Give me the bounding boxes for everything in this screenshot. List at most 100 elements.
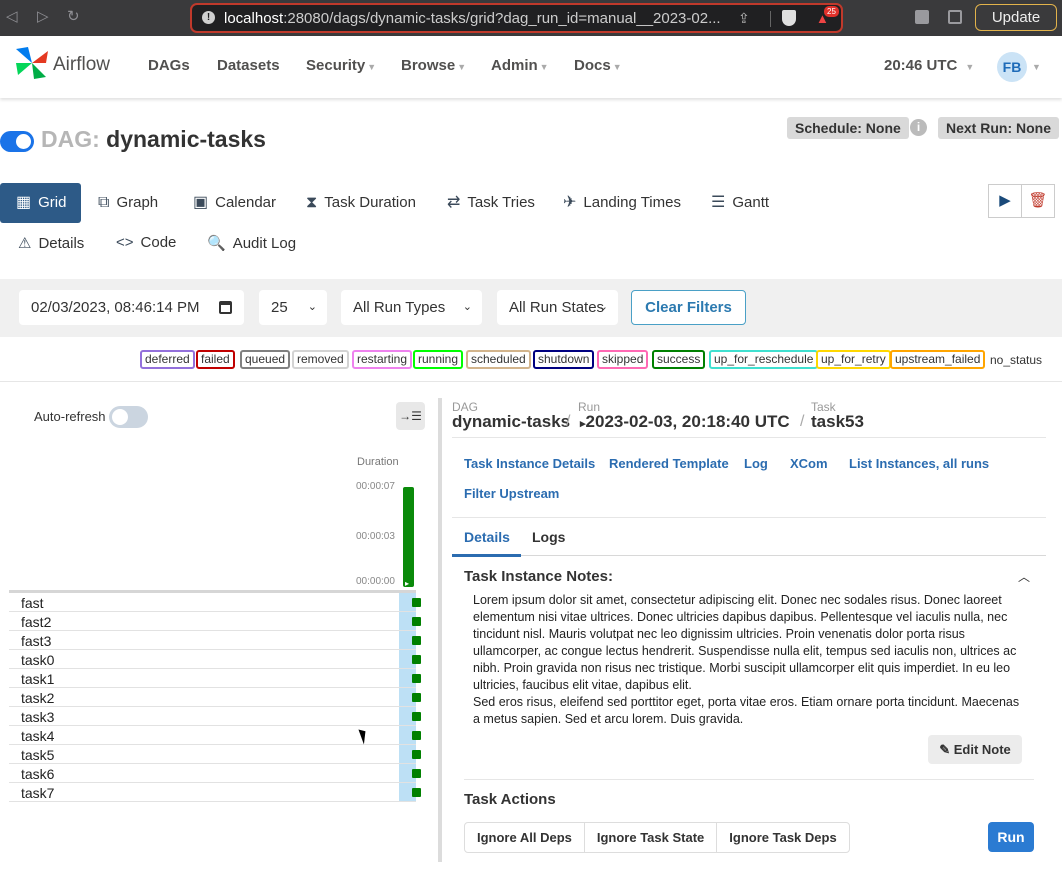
task-name[interactable]: fast xyxy=(21,595,44,611)
reload-icon[interactable]: ↻ xyxy=(67,8,80,26)
ignore-task-deps-button[interactable]: Ignore Task Deps xyxy=(717,823,848,852)
task-row[interactable]: task5 xyxy=(9,745,421,764)
task-row[interactable]: task2 xyxy=(9,688,421,707)
task-row[interactable]: fast xyxy=(9,593,421,612)
tab-details-sub[interactable]: Details xyxy=(464,529,510,545)
forward-icon[interactable]: ▷ xyxy=(37,8,49,26)
tab-grid[interactable]: ▦ Grid xyxy=(0,183,81,223)
brave-shield-icon[interactable] xyxy=(782,10,796,26)
run-state-select[interactable]: All Run States ⌄ xyxy=(497,290,618,325)
edit-note-button[interactable]: ✎ Edit Note xyxy=(928,735,1022,764)
task-name[interactable]: task0 xyxy=(21,652,54,668)
ignore-task-state-button[interactable]: Ignore Task State xyxy=(585,823,718,852)
legend-restarting[interactable]: restarting xyxy=(352,350,413,369)
legend-upstream-failed[interactable]: upstream_failed xyxy=(890,350,986,369)
task-instance-status-cell[interactable] xyxy=(412,636,421,645)
extensions-icon[interactable] xyxy=(915,10,929,24)
num-runs-select[interactable]: 25 ⌄ xyxy=(259,290,327,325)
task-row[interactable]: task1 xyxy=(9,669,421,688)
nav-security[interactable]: Security ▼ xyxy=(306,57,376,74)
task-instance-status-cell[interactable] xyxy=(412,655,421,664)
chevron-down-icon[interactable]: ▼ xyxy=(1032,62,1041,72)
legend-scheduled[interactable]: scheduled xyxy=(466,350,531,369)
update-button[interactable]: Update xyxy=(975,4,1057,31)
address-bar[interactable]: ! localhost:28080/dags/dynamic-tasks/gri… xyxy=(190,3,843,33)
back-icon[interactable]: ◁ xyxy=(6,8,18,26)
dag-pause-toggle[interactable] xyxy=(0,131,34,152)
auto-refresh-toggle[interactable] xyxy=(109,406,148,428)
nav-docs[interactable]: Docs ▼ xyxy=(574,57,622,74)
task-name[interactable]: task1 xyxy=(21,671,54,687)
task-instance-status-cell[interactable] xyxy=(412,674,421,683)
collapse-details-button[interactable]: →☰ xyxy=(396,402,425,430)
tab-audit-log[interactable]: 🔍 Audit Log xyxy=(207,234,296,252)
site-info-icon[interactable]: ! xyxy=(202,11,215,24)
run-task-button[interactable]: Run xyxy=(988,822,1034,852)
task-row[interactable]: fast3 xyxy=(9,631,421,650)
task-row[interactable]: fast2 xyxy=(9,612,421,631)
link-filter-upstream[interactable]: Filter Upstream xyxy=(464,486,559,501)
legend-queued[interactable]: queued xyxy=(240,350,291,369)
task-name[interactable]: task6 xyxy=(21,766,54,782)
task-instance-status-cell[interactable] xyxy=(412,617,421,626)
notes-title[interactable]: Task Instance Notes: xyxy=(464,568,613,585)
run-type-select[interactable]: All Run Types ⌄ xyxy=(341,290,482,325)
task-instance-status-cell[interactable] xyxy=(412,769,421,778)
tab-task-duration[interactable]: ⧗ Task Duration xyxy=(306,183,416,223)
nav-browse[interactable]: Browse ▼ xyxy=(401,57,466,74)
task-instance-status-cell[interactable] xyxy=(412,750,421,759)
share-icon[interactable]: ⇪ xyxy=(738,10,750,27)
task-row[interactable]: task4 xyxy=(9,726,421,745)
crumb-dag[interactable]: dynamic-tasks xyxy=(452,412,570,432)
chevron-up-icon[interactable]: ︿ xyxy=(1018,568,1030,585)
tab-calendar[interactable]: ▣ Calendar xyxy=(193,183,276,223)
task-instance-status-cell[interactable] xyxy=(412,598,421,607)
tab-logs[interactable]: Logs xyxy=(532,529,565,545)
link-list-instances[interactable]: List Instances, all runs xyxy=(849,456,989,471)
task-name[interactable]: task3 xyxy=(21,709,54,725)
legend-shutdown[interactable]: shutdown xyxy=(533,350,595,369)
nav-datasets[interactable]: Datasets xyxy=(217,57,280,74)
crumb-run[interactable]: ▸2023-02-03, 20:18:40 UTC xyxy=(580,412,790,432)
task-instance-status-cell[interactable] xyxy=(412,788,421,797)
task-instance-status-cell[interactable] xyxy=(412,731,421,740)
tab-gantt[interactable]: ☰ Gantt xyxy=(711,183,769,223)
task-name[interactable]: fast3 xyxy=(21,633,51,649)
legend-up-for-reschedule[interactable]: up_for_reschedule xyxy=(709,350,819,369)
tab-task-tries[interactable]: ⇄ Task Tries xyxy=(447,183,535,223)
task-name[interactable]: task7 xyxy=(21,785,54,801)
base-date-input[interactable]: 02/03/2023, 08:46:14 PM xyxy=(19,290,244,325)
task-instance-status-cell[interactable] xyxy=(412,693,421,702)
tab-code[interactable]: <> Code xyxy=(116,234,176,251)
task-name[interactable]: fast2 xyxy=(21,614,51,630)
clear-filters-button[interactable]: Clear Filters xyxy=(631,290,746,325)
task-row[interactable]: task7 xyxy=(9,783,421,802)
legend-running[interactable]: running xyxy=(413,350,464,369)
ignore-all-deps-button[interactable]: Ignore All Deps xyxy=(465,823,585,852)
panel-resize-handle[interactable] xyxy=(438,398,442,862)
task-name[interactable]: task2 xyxy=(21,690,54,706)
trigger-dag-button[interactable]: ▶ xyxy=(988,184,1022,218)
timezone-clock[interactable]: 20:46 UTC ▼ xyxy=(884,57,974,74)
legend-deferred[interactable]: deferred xyxy=(140,350,195,369)
task-name[interactable]: task5 xyxy=(21,747,54,763)
tab-landing-times[interactable]: ✈ Landing Times xyxy=(563,183,681,223)
legend-failed[interactable]: failed xyxy=(196,350,235,369)
airflow-logo-icon[interactable] xyxy=(14,45,50,81)
link-rendered-template[interactable]: Rendered Template xyxy=(609,456,729,471)
nav-dags[interactable]: DAGs xyxy=(148,57,190,74)
crumb-task[interactable]: task53 xyxy=(811,412,864,432)
task-name[interactable]: task4 xyxy=(21,728,54,744)
brand-name[interactable]: Airflow xyxy=(53,54,110,76)
link-xcom[interactable]: XCom xyxy=(790,456,828,471)
calendar-icon[interactable] xyxy=(219,301,232,314)
legend-success[interactable]: success xyxy=(652,350,706,369)
task-row[interactable]: task6 xyxy=(9,764,421,783)
legend-removed[interactable]: removed xyxy=(292,350,349,369)
tab-graph[interactable]: ⧉ Graph xyxy=(98,183,158,223)
task-instance-status-cell[interactable] xyxy=(412,712,421,721)
legend-skipped[interactable]: skipped xyxy=(597,350,649,369)
tab-details[interactable]: ⚠ Details xyxy=(18,234,84,252)
link-log[interactable]: Log xyxy=(744,456,768,471)
legend-up-for-retry[interactable]: up_for_retry xyxy=(816,350,891,369)
